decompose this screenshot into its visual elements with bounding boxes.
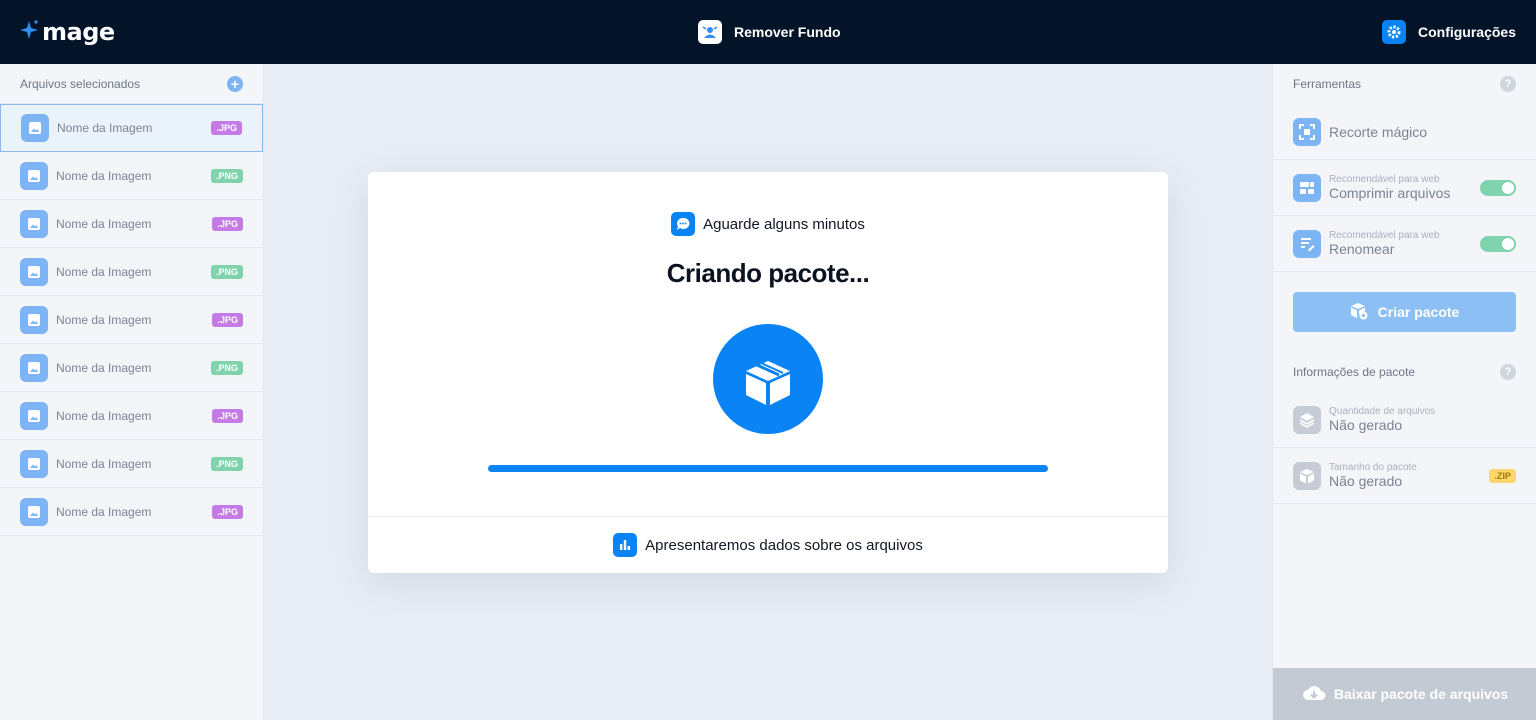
file-list-item[interactable]: Nome da Imagem .JPG (0, 488, 263, 536)
footer-text: Apresentaremos dados sobre os arquivos (645, 536, 923, 554)
help-icon[interactable]: ? (1500, 76, 1516, 92)
file-name: Nome da Imagem (56, 312, 152, 327)
remove-background-icon (698, 20, 722, 44)
image-icon (20, 353, 48, 382)
file-list-item[interactable]: Nome da Imagem .PNG (0, 152, 263, 200)
compress-icon (1293, 173, 1321, 202)
settings-button[interactable]: Configurações (1381, 20, 1516, 44)
tool-compress[interactable]: Recomendável para web Comprimir arquivos (1273, 160, 1536, 216)
image-icon (20, 497, 48, 526)
cloud-download-icon (1302, 684, 1326, 705)
file-name: Nome da Imagem (56, 264, 152, 279)
file-list-item[interactable]: Nome da Imagem .JPG (0, 104, 263, 152)
file-extension-badge: .JPG (212, 504, 243, 519)
rename-icon (1293, 229, 1321, 258)
image-icon (20, 305, 48, 334)
page-title-text: Remover Fundo (734, 24, 841, 40)
file-extension-badge: .JPG (211, 121, 242, 135)
gear-icon (1381, 20, 1406, 44)
package-info-header: Informações de pacote ? (1273, 352, 1536, 392)
compress-toggle[interactable] (1480, 179, 1516, 196)
file-name: Nome da Imagem (56, 504, 152, 519)
image-icon (20, 401, 48, 430)
info-sublabel: Tamanho do pacote (1329, 462, 1417, 473)
package-add-icon (1350, 302, 1368, 323)
page-title: Remover Fundo (698, 20, 841, 44)
file-list-item[interactable]: Nome da Imagem .PNG (0, 248, 263, 296)
info-file-count: Quantidade de arquivos Não gerado (1273, 392, 1536, 448)
file-list-item[interactable]: Nome da Imagem .JPG (0, 392, 263, 440)
info-value: Não gerado (1329, 473, 1403, 489)
image-icon (20, 449, 48, 478)
image-icon (20, 257, 48, 286)
file-list-item[interactable]: Nome da Imagem .JPG (0, 200, 263, 248)
top-bar: mage Remover Fundo Configurações (0, 0, 1536, 64)
card-footer: Apresentaremos dados sobre os arquivos (368, 516, 1168, 573)
progress-heading: Criando pacote... (666, 258, 870, 288)
progress-bar-fill (488, 465, 1048, 472)
download-package-button[interactable]: Baixar pacote de arquivos (1273, 668, 1536, 720)
image-icon (21, 114, 49, 142)
add-file-button[interactable]: + (227, 75, 243, 92)
tool-sublabel: Recomendável para web (1329, 174, 1440, 185)
info-value: Não gerado (1329, 417, 1403, 433)
create-package-button[interactable]: Criar pacote (1293, 292, 1516, 332)
create-package-label: Criar pacote (1377, 304, 1460, 320)
logo-text: mage (42, 17, 115, 46)
tool-label: Comprimir arquivos (1329, 185, 1451, 201)
image-icon (20, 161, 48, 190)
file-extension-badge: .PNG (210, 360, 243, 375)
file-list-item[interactable]: Nome da Imagem .PNG (0, 344, 263, 392)
info-sublabel: Quantidade de arquivos (1329, 406, 1436, 417)
tools-panel: Ferramentas ? Recorte mágico Recomendáve… (1272, 64, 1536, 720)
tool-label: Recorte mágico (1329, 123, 1428, 140)
tool-sublabel: Recomendável para web (1329, 230, 1440, 241)
file-extension-badge: .JPG (212, 216, 243, 231)
box-icon (1293, 461, 1321, 490)
file-name: Nome da Imagem (56, 216, 152, 231)
bar-chart-icon (613, 533, 638, 557)
tool-label: Renomear (1329, 241, 1395, 257)
file-extension-badge: .JPG (212, 312, 243, 327)
tools-header: Ferramentas ? (1273, 64, 1536, 104)
progress-card: Aguarde alguns minutos Criando pacote...… (368, 172, 1168, 573)
wait-message: Aguarde alguns minutos (368, 212, 1168, 236)
sparkle-icon (20, 17, 40, 46)
tools-title: Ferramentas (1293, 77, 1362, 91)
file-extension-badge: .PNG (210, 168, 243, 183)
file-name: Nome da Imagem (56, 360, 152, 375)
package-info-title: Informações de pacote (1293, 365, 1416, 379)
package-icon (713, 324, 823, 434)
file-extension-badge: .PNG (210, 456, 243, 471)
progress-bar (488, 465, 1048, 472)
rename-toggle[interactable] (1480, 235, 1516, 252)
file-list-item[interactable]: Nome da Imagem .JPG (0, 296, 263, 344)
zip-badge: .ZIP (1489, 468, 1516, 483)
tool-rename[interactable]: Recomendável para web Renomear (1273, 216, 1536, 272)
file-name: Nome da Imagem (56, 168, 152, 183)
file-list-panel: Arquivos selecionados + Nome da Imagem .J… (0, 64, 264, 720)
download-label: Baixar pacote de arquivos (1333, 686, 1509, 702)
file-name: Nome da Imagem (56, 408, 152, 423)
chat-icon (671, 212, 696, 236)
layers-icon (1293, 405, 1321, 434)
file-list-header: Arquivos selecionados + (0, 64, 263, 104)
file-list-item[interactable]: Nome da Imagem .PNG (0, 440, 263, 488)
file-list: Nome da Imagem .JPG Nome da Imagem .PNG Nome… (0, 104, 263, 536)
image-icon (20, 209, 48, 238)
file-name: Nome da Imagem (56, 456, 152, 471)
magic-crop-icon (1293, 117, 1321, 146)
file-extension-badge: .JPG (212, 408, 243, 423)
info-package-size: Tamanho do pacote Não gerado .ZIP (1273, 448, 1536, 504)
logo[interactable]: mage (20, 17, 115, 46)
file-list-title: Arquivos selecionados (20, 76, 141, 91)
settings-label: Configurações (1417, 24, 1516, 40)
file-name: Nome da Imagem (57, 121, 153, 135)
wait-text: Aguarde alguns minutos (703, 215, 865, 233)
tool-magic-crop[interactable]: Recorte mágico (1273, 104, 1536, 160)
help-icon[interactable]: ? (1500, 364, 1516, 380)
file-extension-badge: .PNG (210, 264, 243, 279)
